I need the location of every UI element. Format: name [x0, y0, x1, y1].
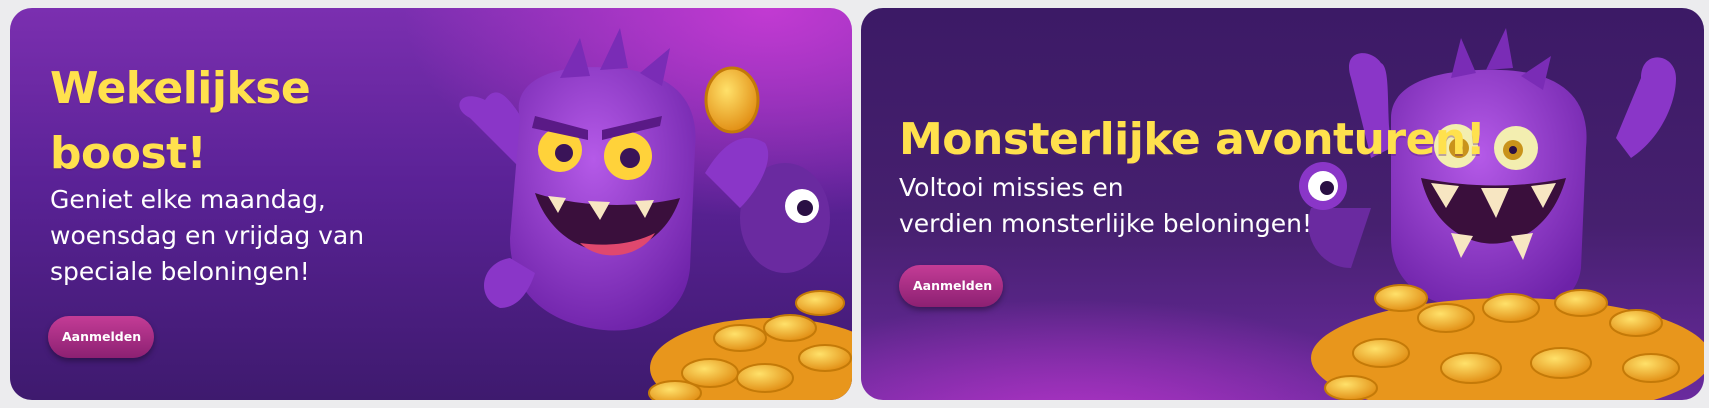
promo-title: Monsterlijke avonturen!: [899, 114, 1486, 165]
coin-pile-icon: [648, 290, 852, 400]
gold-coin-icon: [704, 66, 760, 134]
promo-title: Wekelijkse boost!: [50, 63, 311, 179]
promo-text-block: Monsterlijke avonturen! Voltooi missies …: [899, 108, 1499, 242]
promo-description: Voltooi missies en verdien monsterlijke …: [899, 170, 1499, 242]
promo-banner-row: Wekelijkse boost! Geniet elke maandag, w…: [0, 0, 1709, 408]
monster-illustration: [459, 28, 852, 400]
promo-card-weekly-boost[interactable]: Wekelijkse boost! Geniet elke maandag, w…: [10, 8, 852, 400]
signup-button[interactable]: Aanmelden: [48, 316, 154, 358]
promo-card-monster-adventures[interactable]: Monsterlijke avonturen! Voltooi missies …: [861, 8, 1704, 400]
promo-description: Geniet elke maandag, woensdag en vrijdag…: [50, 185, 365, 286]
promo-text-block: Wekelijkse boost! Geniet elke maandag, w…: [50, 56, 470, 290]
promo-description-line: Voltooi missies en: [899, 173, 1124, 202]
coin-pile-icon: [1311, 284, 1704, 400]
promo-description-line: verdien monsterlijke beloningen!: [899, 209, 1312, 238]
signup-button[interactable]: Aanmelden: [899, 265, 1003, 307]
